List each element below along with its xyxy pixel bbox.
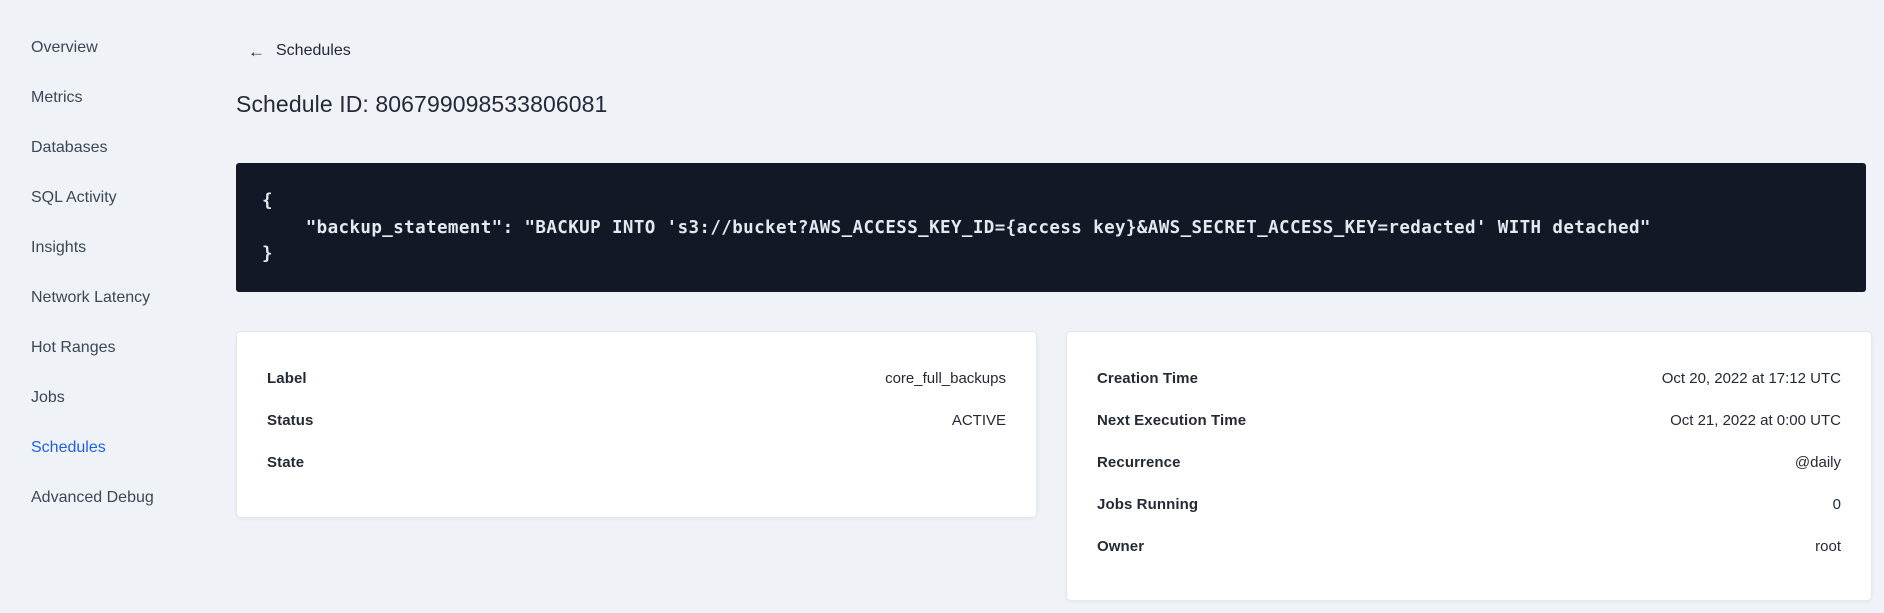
detail-value: Oct 21, 2022 at 0:00 UTC [1670,411,1841,429]
detail-value: root [1815,537,1841,555]
detail-row-owner: Owner root [1097,525,1841,567]
sidebar-item-sql-activity[interactable]: SQL Activity [31,173,220,223]
detail-label: Label [267,369,307,387]
sidebar-item-overview[interactable]: Overview [31,23,220,73]
detail-row-creation-time: Creation Time Oct 20, 2022 at 17:12 UTC [1097,357,1841,399]
detail-row-label: Label core_full_backups [267,357,1006,399]
code-line: "backup_statement": "BACKUP INTO 's3://b… [262,217,1651,238]
detail-label: State [267,453,305,471]
detail-row-next-execution-time: Next Execution Time Oct 21, 2022 at 0:00… [1097,399,1841,441]
sidebar-item-databases[interactable]: Databases [31,123,220,173]
detail-row-state: State [267,441,1006,483]
code-line: { [262,191,273,211]
detail-value: 0 [1832,495,1841,513]
sidebar-item-advanced-debug[interactable]: Advanced Debug [31,473,220,523]
detail-label: Creation Time [1097,369,1199,387]
back-to-schedules-link[interactable]: ← Schedules [248,42,351,60]
back-arrow-icon: ← [248,41,265,61]
schedule-summary-card: Label core_full_backups Status ACTIVE St… [236,331,1037,518]
detail-label: Owner [1097,537,1145,555]
code-line: } [262,244,273,264]
detail-row-status: Status ACTIVE [267,399,1006,441]
schedule-timing-card: Creation Time Oct 20, 2022 at 17:12 UTC … [1066,331,1872,601]
sidebar-item-metrics[interactable]: Metrics [31,73,220,123]
detail-row-jobs-running: Jobs Running 0 [1097,483,1841,525]
detail-label: Jobs Running [1097,495,1199,513]
detail-label: Recurrence [1097,453,1181,471]
page-title: Schedule ID: 806799098533806081 [236,91,608,117]
detail-row-recurrence: Recurrence @daily [1097,441,1841,483]
sidebar-item-network-latency[interactable]: Network Latency [31,273,220,323]
detail-label: Next Execution Time [1097,411,1247,429]
backup-statement-code-block: { "backup_statement": "BACKUP INTO 's3:/… [236,163,1866,292]
sidebar: Overview Metrics Databases SQL Activity … [0,0,220,613]
back-link-label: Schedules [276,42,351,59]
sidebar-item-schedules[interactable]: Schedules [31,423,220,473]
sidebar-item-hot-ranges[interactable]: Hot Ranges [31,323,220,373]
detail-value: ACTIVE [951,411,1006,429]
sidebar-item-insights[interactable]: Insights [31,223,220,273]
detail-value: @daily [1794,453,1841,471]
sidebar-item-jobs[interactable]: Jobs [31,373,220,423]
detail-value: Oct 20, 2022 at 17:12 UTC [1661,369,1841,387]
detail-label: Status [267,411,314,429]
detail-value: core_full_backups [885,369,1006,387]
